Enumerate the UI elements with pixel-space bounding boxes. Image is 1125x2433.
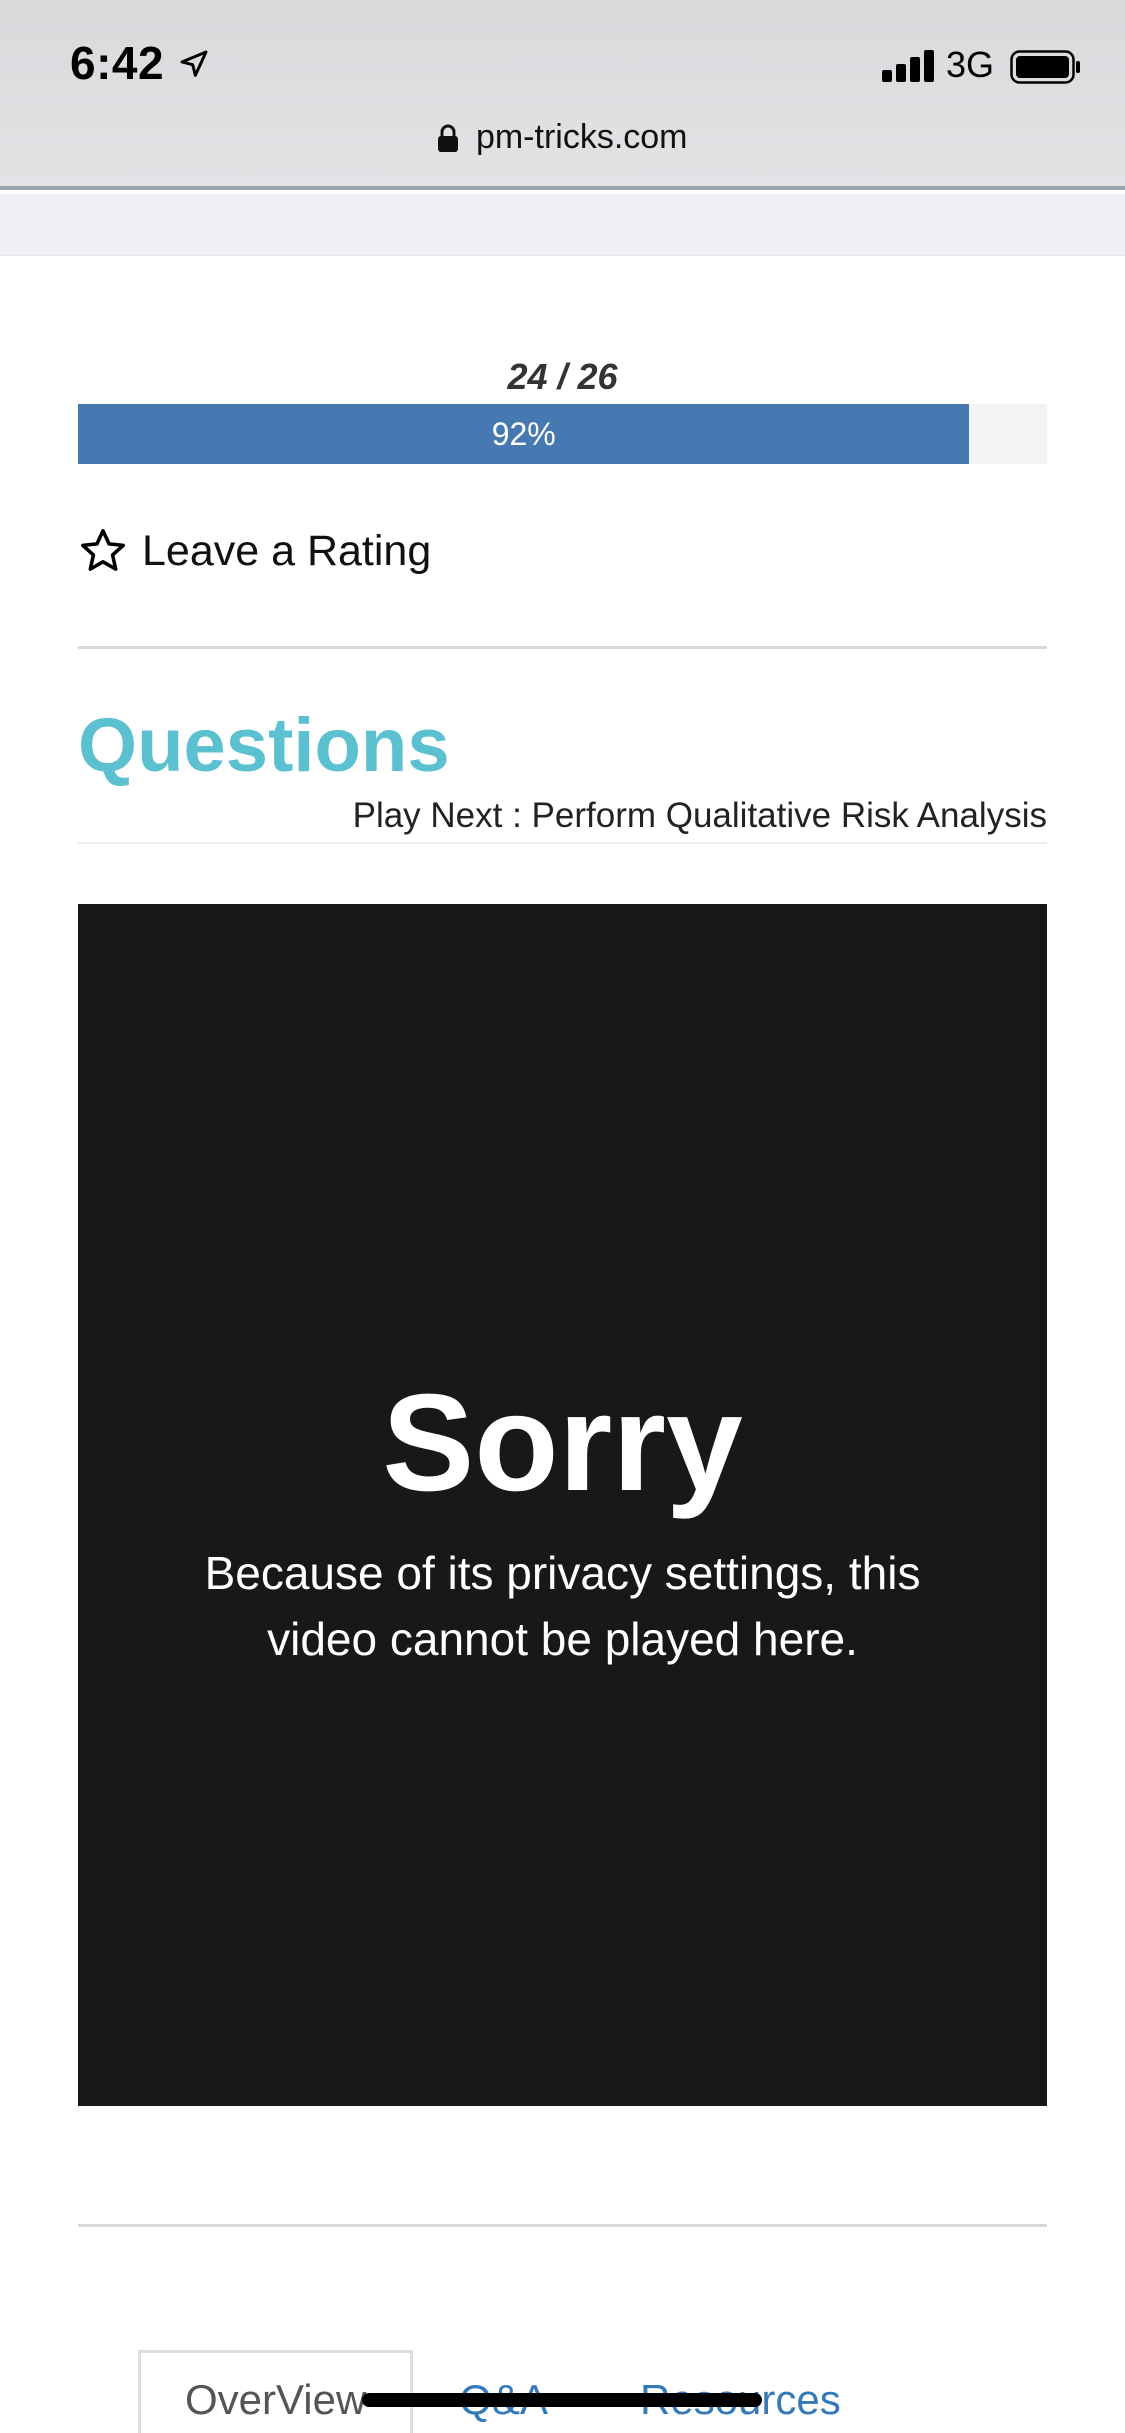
lock-icon	[438, 124, 459, 152]
home-indicator[interactable]	[362, 2393, 762, 2407]
leave-rating-label: Leave a Rating	[142, 526, 432, 575]
page-header-band	[0, 194, 1125, 256]
tab-resources[interactable]: Resources	[594, 2350, 887, 2433]
play-next-link[interactable]: Play Next : Perform Qualitative Risk Ana…	[353, 796, 1047, 836]
video-player[interactable]: Sorry Because of its privacy settings, t…	[78, 904, 1047, 2106]
video-error-title: Sorry	[382, 1366, 743, 1520]
questions-heading[interactable]: Questions	[78, 702, 450, 789]
divider	[78, 646, 1047, 649]
tab-qa[interactable]: Q&A	[413, 2350, 594, 2433]
lesson-progress-count: 24 / 26	[507, 356, 618, 397]
location-arrow-icon	[180, 50, 208, 77]
star-outline-icon	[81, 529, 125, 571]
divider	[78, 2224, 1047, 2227]
tab-overview[interactable]: OverView	[138, 2350, 414, 2433]
network-type: 3G	[946, 44, 995, 85]
signal-bars-icon	[882, 50, 936, 82]
divider	[78, 842, 1047, 844]
leave-rating-link[interactable]: Leave a Rating	[78, 526, 431, 576]
address-bar[interactable]: pm-tricks.com	[0, 118, 1125, 157]
progress-percent-label: 92%	[491, 415, 556, 452]
status-time: 6:42	[70, 37, 165, 89]
battery-icon	[1010, 50, 1080, 84]
progress-bar: 92%	[78, 404, 1047, 464]
browser-chrome: 6:42 3G pm-tricks.com	[0, 0, 1125, 190]
page-url: pm-tricks.com	[475, 118, 688, 156]
progress-bar-fill: 92%	[78, 404, 970, 464]
video-error-message: Because of its privacy settings, this vi…	[204, 1547, 921, 1665]
lesson-tabs: OverView Q&A Resources	[138, 2350, 887, 2433]
